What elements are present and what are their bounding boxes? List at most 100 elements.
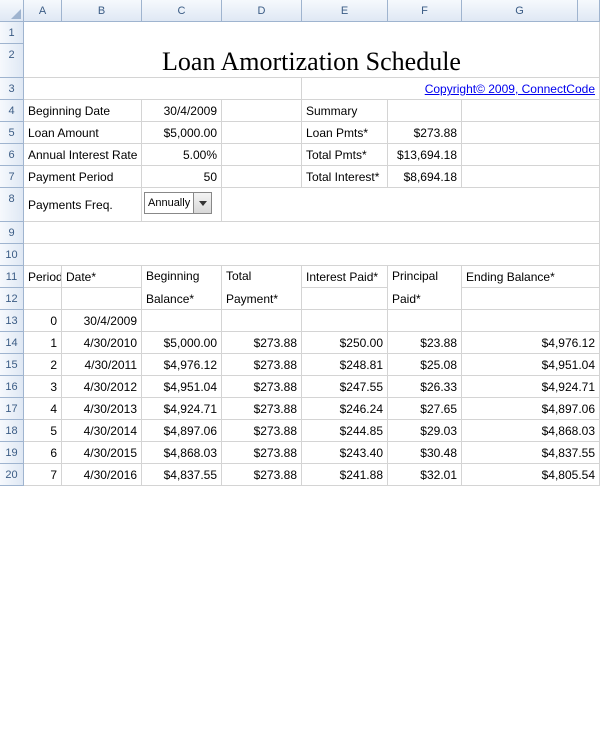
cell-date-17[interactable]: 4/30/2013 [62,398,142,420]
cell-prin-14[interactable]: $23.88 [388,332,462,354]
cell-pmt-14[interactable]: $273.88 [222,332,302,354]
cell-beg-20[interactable]: $4,837.55 [142,464,222,486]
cell-beg-17[interactable]: $4,924.71 [142,398,222,420]
cell-beg-19[interactable]: $4,868.03 [142,442,222,464]
col-header-A[interactable]: A [24,0,62,22]
cell-date-19[interactable]: 4/30/2015 [62,442,142,464]
cell-prin-15[interactable]: $25.08 [388,354,462,376]
cell-G6[interactable] [462,144,600,166]
th-total-pmt-1[interactable]: Total [222,266,302,288]
cell-F4[interactable] [388,100,462,122]
row-header-16[interactable]: 16 [0,376,24,398]
row-header-9[interactable]: 9 [0,222,24,244]
cell-beg-15[interactable]: $4,976.12 [142,354,222,376]
row-header-2[interactable]: 2 [0,44,24,78]
row-header-19[interactable]: 19 [0,442,24,464]
col-header-F[interactable]: F [388,0,462,22]
cell-A9[interactable] [24,222,600,244]
cell-G7[interactable] [462,166,600,188]
cell-D5[interactable] [222,122,302,144]
cell-int-19[interactable]: $243.40 [302,442,388,464]
col-header-D[interactable]: D [222,0,302,22]
th-principal-2[interactable]: Paid* [388,288,462,310]
cell-prin-17[interactable]: $27.65 [388,398,462,420]
cell-date-13[interactable]: 30/4/2009 [62,310,142,332]
row-header-13[interactable]: 13 [0,310,24,332]
cell-G5[interactable] [462,122,600,144]
cell-int-18[interactable]: $244.85 [302,420,388,442]
select-all-corner[interactable] [0,0,24,22]
cell-period-16[interactable]: 3 [24,376,62,398]
cell-end-18[interactable]: $4,868.03 [462,420,600,442]
cell-pmt-17[interactable]: $273.88 [222,398,302,420]
cell-date-18[interactable]: 4/30/2014 [62,420,142,442]
cell-pmt-18[interactable]: $273.88 [222,420,302,442]
row-header-4[interactable]: 4 [0,100,24,122]
th-beg-bal-2[interactable]: Balance* [142,288,222,310]
cell-pmt-16[interactable]: $273.88 [222,376,302,398]
cell-date-16[interactable]: 4/30/2012 [62,376,142,398]
col-header-B[interactable]: B [62,0,142,22]
copyright-link[interactable]: Copyright© 2009, ConnectCode [302,78,600,100]
row-header-6[interactable]: 6 [0,144,24,166]
row-header-18[interactable]: 18 [0,420,24,442]
title-cell[interactable]: Loan Amortization Schedule [24,44,600,78]
cell-G12[interactable] [462,288,600,310]
row-header-14[interactable]: 14 [0,332,24,354]
total-interest-value[interactable]: $8,694.18 [388,166,462,188]
cell-beg-18[interactable]: $4,897.06 [142,420,222,442]
cell-G4[interactable] [462,100,600,122]
th-principal-1[interactable]: Principal [388,266,462,288]
cell-end-15[interactable]: $4,951.04 [462,354,600,376]
cell-int-20[interactable]: $241.88 [302,464,388,486]
cell-beg-16[interactable]: $4,951.04 [142,376,222,398]
th-total-pmt-2[interactable]: Payment* [222,288,302,310]
payments-freq-label[interactable]: Payments Freq. [24,188,142,222]
th-interest[interactable]: Interest Paid* [302,266,388,288]
cell-period-14[interactable]: 1 [24,332,62,354]
cell-D6[interactable] [222,144,302,166]
loan-amount-label[interactable]: Loan Amount [24,122,142,144]
th-beg-bal-1[interactable]: Beginning [142,266,222,288]
cell-title-top[interactable] [24,22,600,44]
cell-end-20[interactable]: $4,805.54 [462,464,600,486]
cell-pmt-15[interactable]: $273.88 [222,354,302,376]
cell-D4[interactable] [222,100,302,122]
cell-B12[interactable] [62,288,142,310]
cell-end-19[interactable]: $4,837.55 [462,442,600,464]
cell-date-20[interactable]: 4/30/2016 [62,464,142,486]
cell-pmt-20[interactable]: $273.88 [222,464,302,486]
cell-date-15[interactable]: 4/30/2011 [62,354,142,376]
payment-period-label[interactable]: Payment Period [24,166,142,188]
cell-period-17[interactable]: 4 [24,398,62,420]
row-header-8[interactable]: 8 [0,188,24,222]
row-header-20[interactable]: 20 [0,464,24,486]
cell-prin-19[interactable]: $30.48 [388,442,462,464]
cell-int-13[interactable] [302,310,388,332]
cell-prin-18[interactable]: $29.03 [388,420,462,442]
annual-rate-value[interactable]: 5.00% [142,144,222,166]
cell-int-14[interactable]: $250.00 [302,332,388,354]
total-pmts-value[interactable]: $13,694.18 [388,144,462,166]
cell-period-18[interactable]: 5 [24,420,62,442]
cell-A10[interactable] [24,244,600,266]
row-header-7[interactable]: 7 [0,166,24,188]
th-end-bal[interactable]: Ending Balance* [462,266,600,288]
cell-beg-13[interactable] [142,310,222,332]
cell-pmt-13[interactable] [222,310,302,332]
cell-end-16[interactable]: $4,924.71 [462,376,600,398]
summary-heading[interactable]: Summary [302,100,388,122]
cell-end-17[interactable]: $4,897.06 [462,398,600,420]
cell-pmt-19[interactable]: $273.88 [222,442,302,464]
beginning-date-label[interactable]: Beginning Date [24,100,142,122]
payment-period-value[interactable]: 50 [142,166,222,188]
cell-D7[interactable] [222,166,302,188]
total-pmts-label[interactable]: Total Pmts* [302,144,388,166]
cell-E12[interactable] [302,288,388,310]
col-header-extra[interactable] [578,0,600,22]
loan-amount-value[interactable]: $5,000.00 [142,122,222,144]
loan-pmts-value[interactable]: $273.88 [388,122,462,144]
row-header-1[interactable]: 1 [0,22,24,44]
row-header-3[interactable]: 3 [0,78,24,100]
payments-freq-cell[interactable]: Annually [142,188,222,222]
